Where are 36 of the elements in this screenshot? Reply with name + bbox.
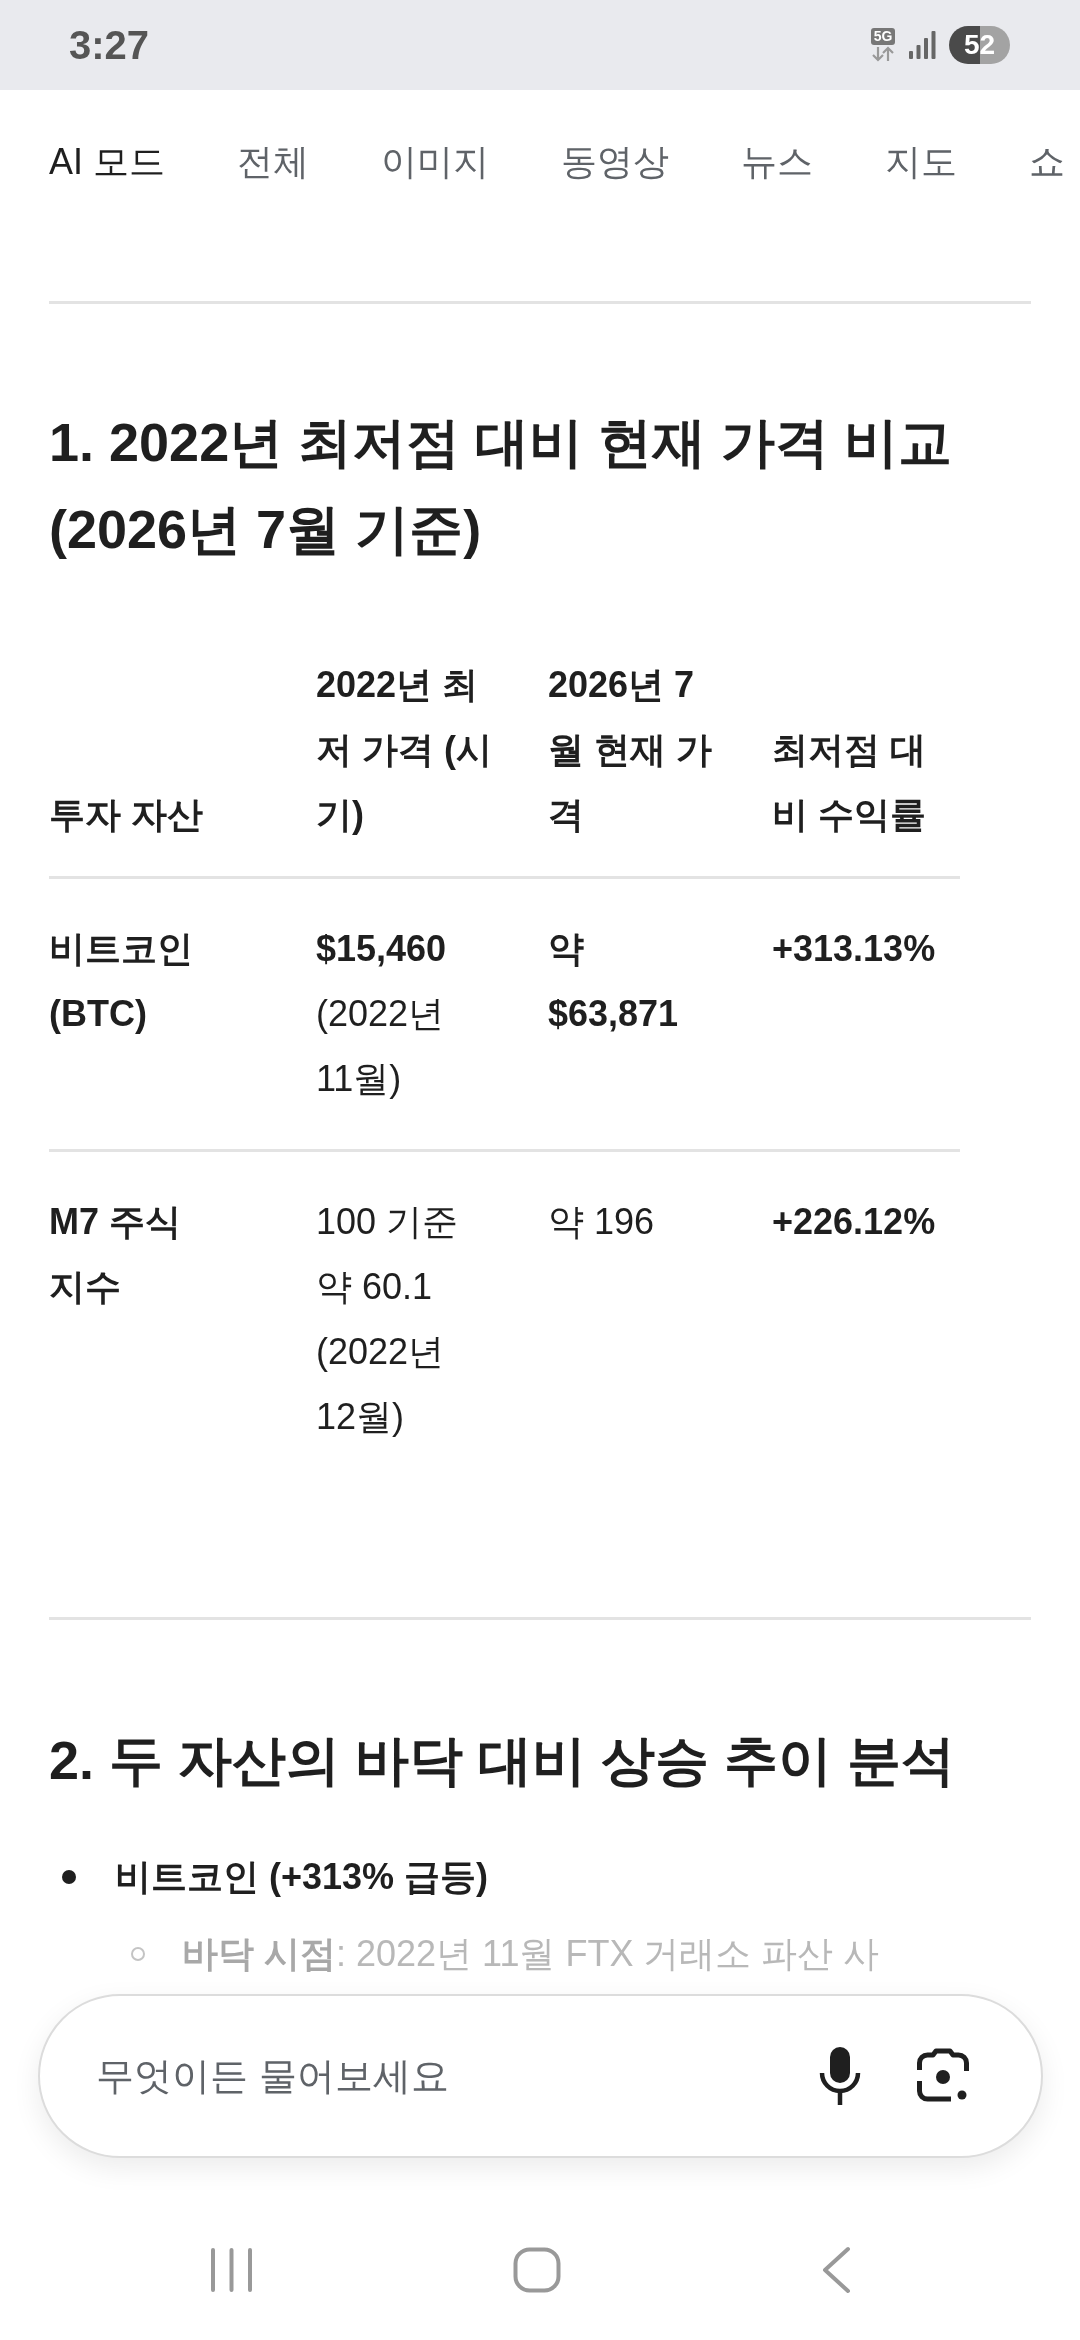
section-heading: 2. 두 자산의 바닥 대비 상승 추이 분석 [49,1729,957,1792]
data-arrows-icon [870,46,896,62]
network-type-indicator: 5G [870,28,896,45]
table-cell-text: 약 $63,871 [548,927,680,1036]
back-icon[interactable] [821,2246,851,2294]
table-cell-text: +313.13% [772,927,937,971]
camera-lens-icon[interactable] [915,2048,971,2104]
search-tab[interactable]: 이미지 [381,138,489,186]
table-cell-text: 비트코인 (BTC) [49,927,194,1036]
battery-indicator: 52 [949,26,1010,64]
search-tab[interactable]: 전체 [237,138,309,186]
bullet-icon [62,1869,76,1884]
search-tab[interactable]: 뉴스 [741,138,813,186]
search-tab[interactable]: AI 모드 [49,138,165,186]
home-icon[interactable] [513,2247,561,2293]
table-cell-text: 약 196 [548,1200,656,1244]
list-item-text: 바닥 시점: 2022년 11월 FTX 거래소 파산 사 [182,1932,880,1976]
microphone-icon[interactable] [818,2047,862,2105]
search-tab[interactable]: 쇼 [1029,138,1065,186]
status-time: 3:27 [69,22,150,68]
hollow-bullet-icon [131,1947,145,1961]
section-heading: 1. 2022년 최저점 대비 현재 가격 비교 (2026년 7월 기준) [49,411,954,561]
search-tab[interactable]: 지도 [885,138,957,186]
list-item-text: 비트코인 (+313% 급등) [115,1855,489,1899]
recents-icon[interactable] [210,2248,253,2292]
table-cell-text: +226.12% [772,1200,937,1244]
search-input[interactable]: 무엇이든 물어보세요 [96,2046,765,2106]
column-header: 2026년 7월 현재 가격 [548,663,713,837]
column-header: 투자 자산 [49,793,204,837]
search-tab[interactable]: 동영상 [561,138,669,186]
table-cell-text: M7 주식 지수 [49,1200,182,1309]
table-cell-text: 100 기준 약 60.1 (2022년 12월) [316,1200,460,1439]
column-header: 최저점 대비 수익률 [772,728,927,837]
column-header: 2022년 최저 가격 (시기) [316,663,493,837]
signal-icon [909,31,936,59]
table-cell-text: $15,460 (2022년 11월) [316,927,448,1101]
